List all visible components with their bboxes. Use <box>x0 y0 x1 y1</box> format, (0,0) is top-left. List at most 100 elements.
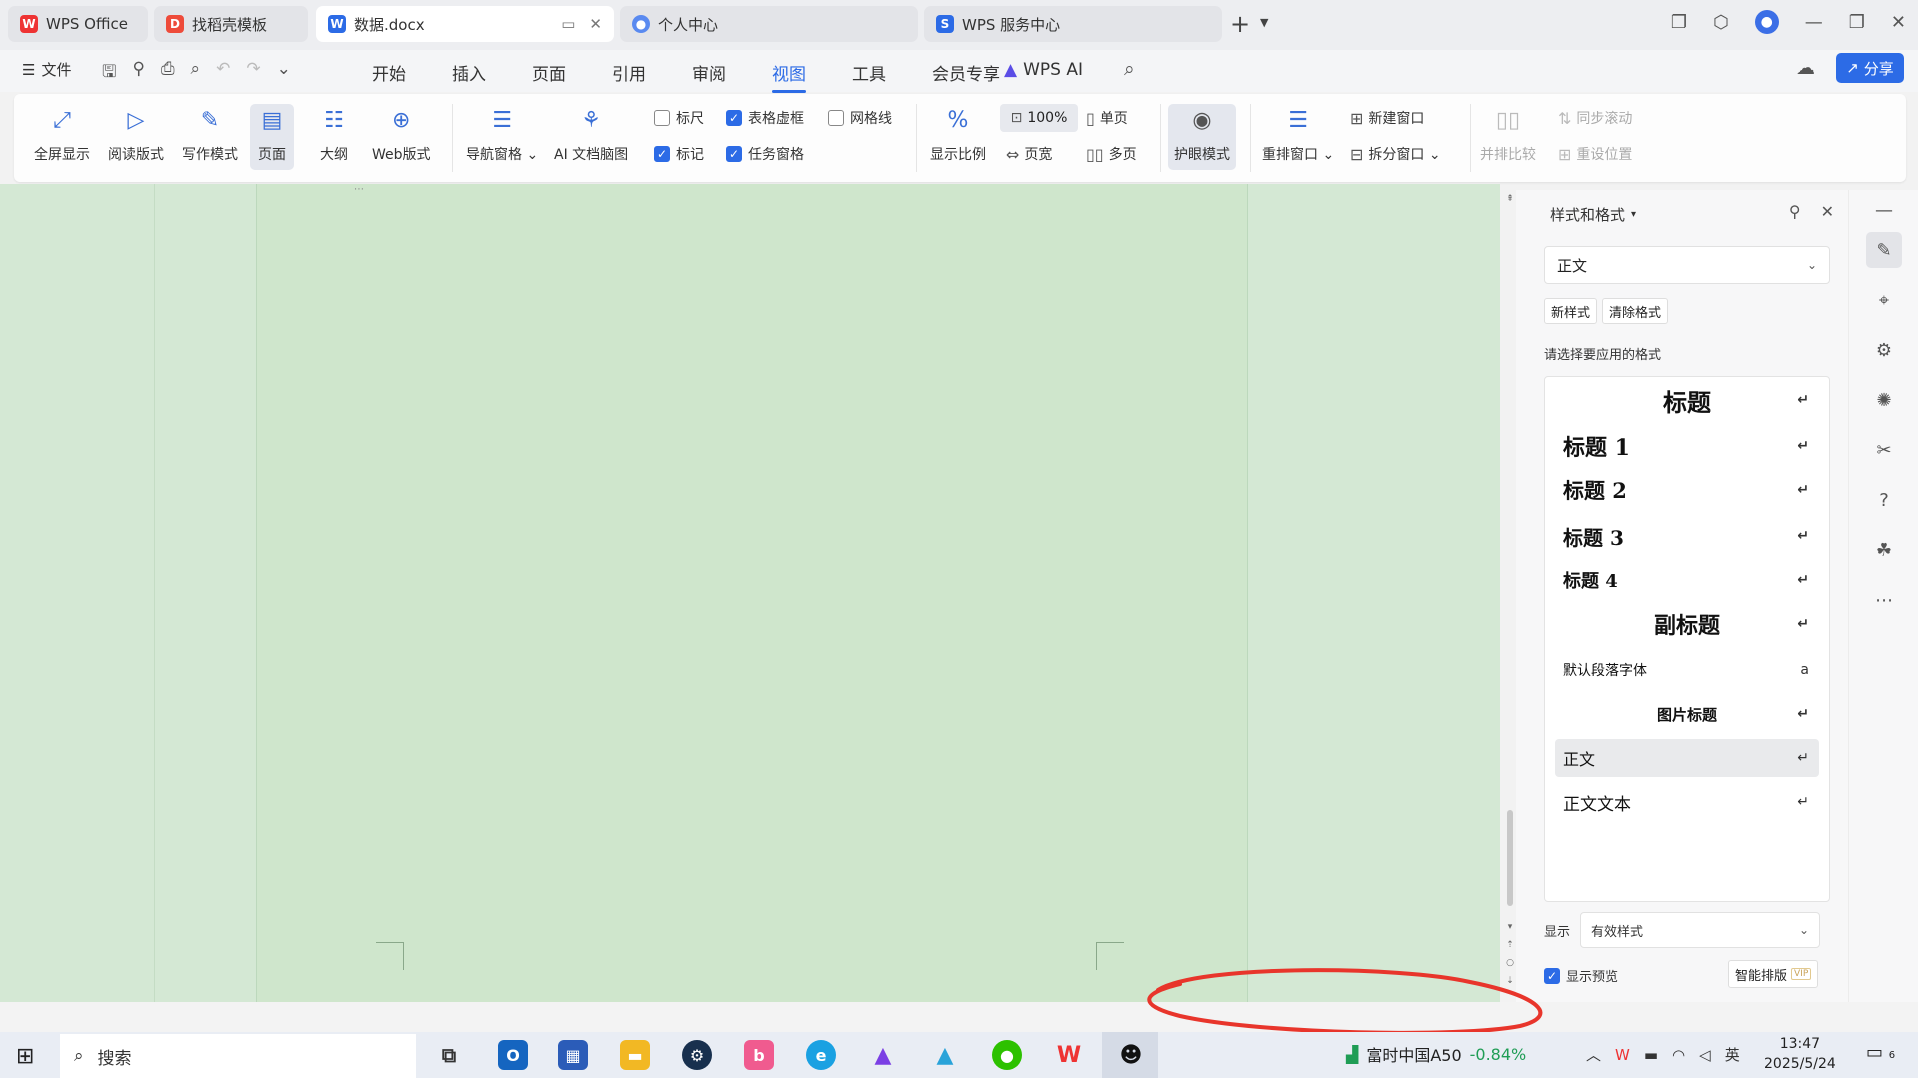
close-window-icon[interactable]: ✕ <box>1891 12 1906 33</box>
style-item-body[interactable]: 正文 ↵ <box>1555 739 1819 777</box>
menu-view[interactable]: 视图 <box>772 58 806 93</box>
file-menu[interactable]: ☰ 文件 <box>22 59 71 80</box>
steam-icon[interactable]: ⚙ <box>682 1040 712 1070</box>
window-tile-icon[interactable]: ❐ <box>1671 12 1687 33</box>
tab-docer[interactable]: D 找稻壳模板 <box>154 6 308 42</box>
gridlines-checkbox[interactable]: 网格线 <box>828 108 892 128</box>
store-icon[interactable]: ▦ <box>558 1040 588 1070</box>
show-filter-select[interactable]: 有效样式 ⌄ <box>1580 912 1821 948</box>
print-preview-icon[interactable]: ⌕ <box>191 59 201 88</box>
notification-center[interactable]: ▭ 6 <box>1866 1042 1895 1063</box>
wps-office-icon[interactable]: W <box>1054 1040 1084 1070</box>
cube-icon[interactable]: ⬡ <box>1713 12 1729 33</box>
qq-icon[interactable]: ☻ <box>1116 1040 1146 1070</box>
redo-icon[interactable]: ↷ <box>246 59 260 88</box>
wifi-icon[interactable]: ◠ <box>1672 1046 1685 1064</box>
windows-start-icon[interactable]: ⊞ <box>16 1044 34 1069</box>
save-icon[interactable]: 🖫 <box>102 59 116 88</box>
current-style-select[interactable]: 正文 ⌄ <box>1544 246 1830 284</box>
taskbar-search[interactable]: ⌕ 搜索 <box>60 1034 416 1078</box>
panel-title[interactable]: 样式和格式 ▾ <box>1550 204 1636 225</box>
wechat-icon[interactable]: ● <box>992 1040 1022 1070</box>
clock[interactable]: 13:47 2025/5/24 <box>1764 1034 1836 1074</box>
style-item-heading4[interactable]: 标题 4 ↵ <box>1555 561 1819 599</box>
scroll-thumb[interactable] <box>1507 810 1513 906</box>
more-icon[interactable]: ⋯ <box>1866 582 1902 618</box>
new-style-button[interactable]: 新样式 <box>1544 298 1598 324</box>
ai-brain-icon[interactable]: ✺ <box>1866 382 1902 418</box>
prev-page-icon[interactable]: ⇡ <box>1504 936 1516 954</box>
scroll-top-icon[interactable]: ⇞ <box>1504 190 1516 208</box>
style-item-title[interactable]: 标题 ↵ <box>1555 381 1819 419</box>
help-icon[interactable]: ? <box>1866 482 1902 518</box>
stock-widget[interactable]: ▟ 富时中国A50 -0.84% <box>1346 1042 1526 1066</box>
select-cursor-icon[interactable]: ⌖ <box>1866 282 1902 318</box>
menu-references[interactable]: 引用 <box>612 58 646 87</box>
new-window-button[interactable]: ⊞ 新建窗口 <box>1350 108 1424 128</box>
chevron-down-icon[interactable]: ⌄ <box>277 59 291 88</box>
clear-format-button[interactable]: 清除格式 <box>1602 298 1669 324</box>
arrange-windows-button[interactable]: ☰ 重排窗口 ⌄ <box>1262 104 1334 164</box>
print-icon[interactable]: ⎙ <box>161 59 175 88</box>
marks-checkbox[interactable]: ✓ 标记 <box>654 144 704 164</box>
file-explorer-icon[interactable]: ▬ <box>620 1040 650 1070</box>
minimize-icon[interactable]: — <box>1805 12 1823 33</box>
multi-page-button[interactable]: ▯▯ 多页 <box>1086 144 1137 164</box>
tab-service-center[interactable]: S WPS 服务中心 <box>924 6 1222 42</box>
chevron-down-icon[interactable]: ▼ <box>1260 16 1268 29</box>
avatar[interactable]: ● <box>1754 10 1779 34</box>
page-view-button[interactable]: ▤ 页面 <box>250 104 294 170</box>
tab-float-icon[interactable]: ▭ <box>561 15 575 33</box>
menu-page[interactable]: 页面 <box>532 58 566 87</box>
close-icon[interactable]: ✕ <box>1821 202 1834 221</box>
close-icon[interactable]: ✕ <box>589 15 602 33</box>
scroll-down-icon[interactable]: ▾ <box>1504 918 1516 936</box>
assistant-icon[interactable]: ☘ <box>1866 532 1902 568</box>
edge-icon[interactable]: e <box>806 1040 836 1070</box>
share-button[interactable]: ↗ 分享 <box>1836 53 1904 83</box>
split-window-button[interactable]: ⊟ 拆分窗口 ⌄ <box>1350 144 1441 164</box>
tab-wps-office[interactable]: W WPS Office <box>8 6 148 42</box>
tools-icon[interactable]: ✂ <box>1866 432 1902 468</box>
outline-button[interactable]: ☷ 大纲 <box>318 104 350 164</box>
tab-document[interactable]: W 数据.docx ▭ ✕ <box>316 6 614 42</box>
wps-tray-icon[interactable]: W <box>1615 1046 1630 1064</box>
battery-icon[interactable]: ▬ <box>1644 1046 1658 1064</box>
adjust-sliders-icon[interactable]: ⚙ <box>1866 332 1902 368</box>
menu-insert[interactable]: 插入 <box>452 58 486 87</box>
collapse-icon[interactable]: — <box>1866 192 1902 228</box>
style-item-heading1[interactable]: 标题 1 ↵ <box>1555 427 1819 465</box>
vertical-scrollbar[interactable]: ⇞ ▾ ⇡ ○ ⇣ <box>1504 190 1516 990</box>
style-item-body-text[interactable]: 正文文本 ↵ <box>1555 783 1819 821</box>
wps-ai-app-icon[interactable]: ▲ <box>868 1040 898 1070</box>
mountain-app-icon[interactable]: ▲ <box>930 1040 960 1070</box>
new-tab-icon[interactable]: + <box>1230 10 1250 38</box>
document-page[interactable] <box>256 184 1248 1002</box>
document-canvas[interactable] <box>0 184 1500 1002</box>
reset-position-button[interactable]: ⊞ 重设位置 <box>1558 144 1632 164</box>
smart-layout-button[interactable]: 智能排版 VIP <box>1728 960 1819 988</box>
restore-icon[interactable]: ❐ <box>1849 12 1865 33</box>
writing-mode-button[interactable]: ✎ 写作模式 <box>182 104 238 164</box>
style-pen-icon[interactable]: ✎ <box>1866 232 1902 268</box>
zoom-ratio-button[interactable]: % 显示比例 <box>930 104 986 164</box>
style-item-heading2[interactable]: 标题 2 ↵ <box>1555 471 1819 509</box>
search-icon[interactable]: ⌕ <box>1124 58 1135 80</box>
style-item-caption[interactable]: 图片标题 ↵ <box>1555 695 1819 733</box>
chevron-up-icon[interactable]: ︿ <box>1586 1044 1601 1065</box>
cloud-upload-icon[interactable]: ☁ <box>1796 57 1815 79</box>
menu-member[interactable]: 会员专享 <box>932 58 1000 87</box>
web-layout-button[interactable]: ⊕ Web版式 <box>372 104 431 164</box>
page-width-button[interactable]: ⇔ 页宽 <box>1006 144 1052 164</box>
undo-icon[interactable]: ↶ <box>216 59 230 88</box>
ime-indicator[interactable]: 英 <box>1725 1044 1740 1065</box>
tab-user-center[interactable]: ● 个人中心 <box>620 6 918 42</box>
ruler-checkbox[interactable]: 标尺 <box>654 108 704 128</box>
menu-home[interactable]: 开始 <box>372 58 406 87</box>
table-gridlines-checkbox[interactable]: ✓ 表格虚框 <box>726 108 804 128</box>
eye-protect-button[interactable]: ◉ 护眼模式 <box>1168 104 1236 170</box>
single-page-button[interactable]: ▯ 单页 <box>1086 108 1128 128</box>
style-item-default-font[interactable]: 默认段落字体 a <box>1555 651 1819 689</box>
outlook-icon[interactable]: O <box>498 1040 528 1070</box>
wps-ai-menu[interactable]: ▲ WPS AI <box>1004 60 1083 80</box>
